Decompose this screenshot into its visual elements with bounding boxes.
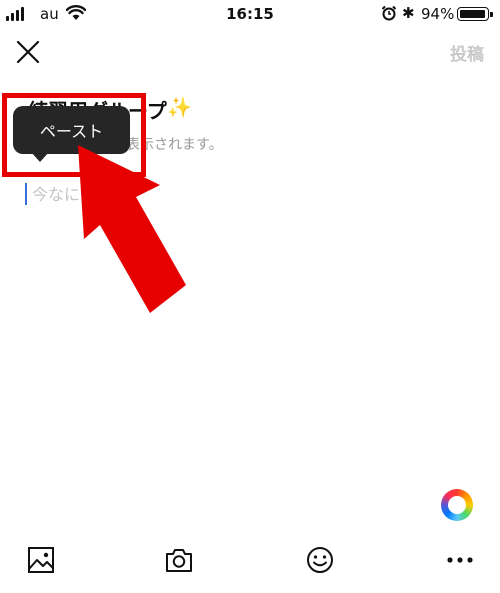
bluetooth-icon: ✱ bbox=[402, 4, 415, 22]
battery-icon bbox=[457, 7, 493, 21]
sparkle-icon: ✨ bbox=[167, 95, 192, 119]
status-bar: au 16:15 ✱ 94% bbox=[0, 0, 500, 30]
close-icon[interactable] bbox=[12, 36, 44, 68]
alarm-icon bbox=[381, 5, 397, 21]
battery-percent: 94% bbox=[421, 5, 455, 23]
post-button[interactable]: 投稿 bbox=[450, 40, 484, 65]
color-theme-button[interactable] bbox=[441, 489, 473, 521]
pointer-arrow-icon bbox=[78, 145, 186, 313]
camera-icon[interactable] bbox=[164, 545, 194, 575]
smiley-icon[interactable] bbox=[305, 545, 335, 575]
image-icon[interactable] bbox=[26, 545, 56, 575]
more-icon[interactable] bbox=[445, 545, 475, 575]
